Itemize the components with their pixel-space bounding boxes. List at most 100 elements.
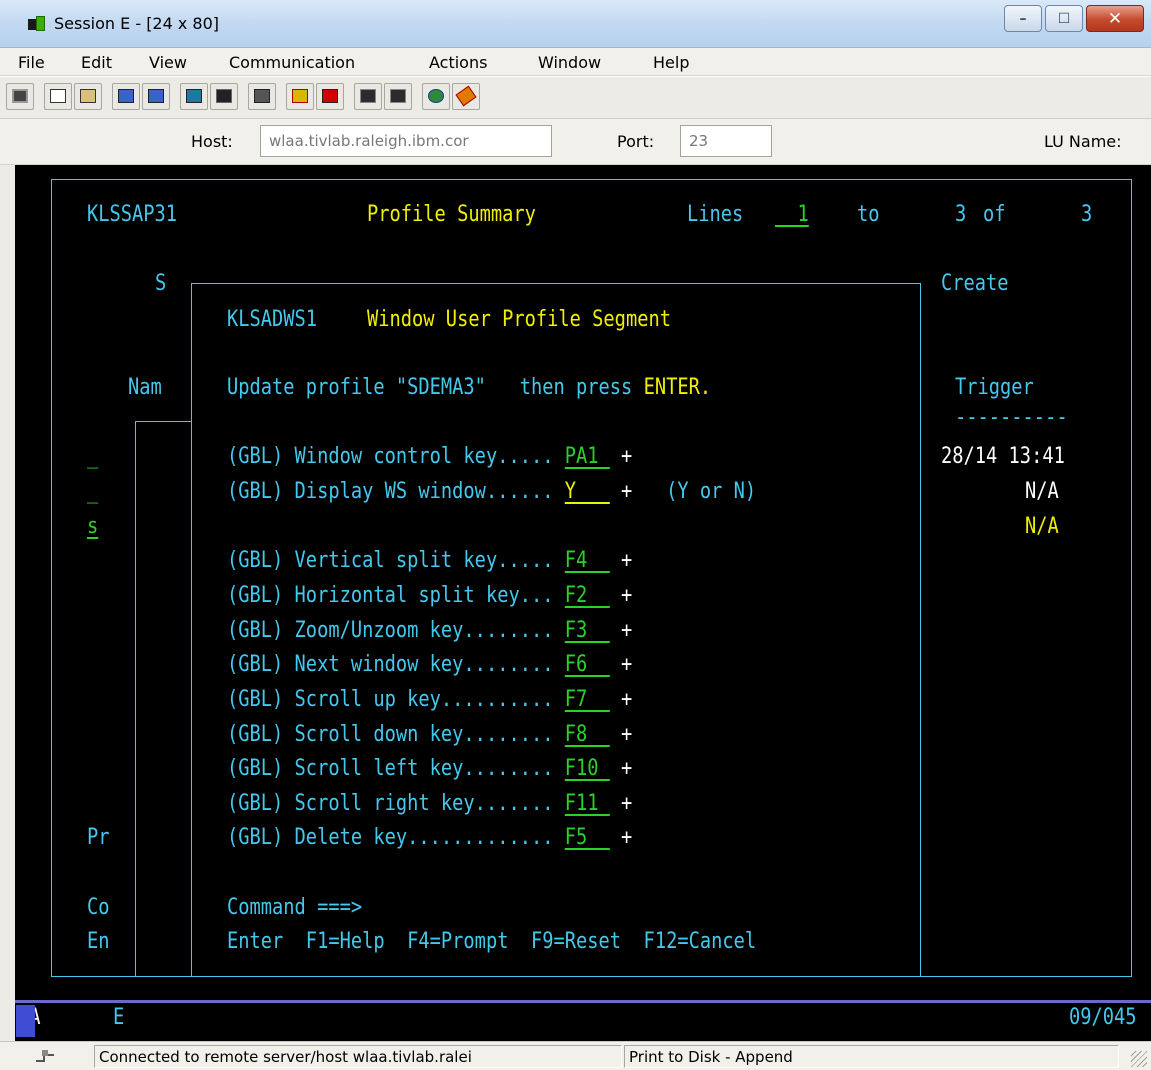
next-window-key-input[interactable]: F6 bbox=[565, 652, 610, 677]
connection-status: Connected to remote server/host wlaa.tiv… bbox=[94, 1045, 622, 1068]
row2-select[interactable]: _ bbox=[87, 479, 98, 505]
field-label: (GBL) Delete key............. bbox=[227, 825, 565, 850]
row3-select[interactable]: s bbox=[87, 514, 98, 540]
field-row-zoom-unzoom-key: (GBL) Zoom/Unzoom key........ F3 + bbox=[227, 618, 632, 644]
pf-key-line[interactable]: Enter F1=Help F4=Prompt F9=Reset F12=Can… bbox=[227, 929, 756, 955]
en-label: En bbox=[87, 929, 110, 954]
trigger-label: Trigger bbox=[955, 375, 1034, 400]
field-row-vertical-split-key: (GBL) Vertical split key..... F4 + bbox=[227, 548, 632, 574]
oia-separator bbox=[15, 1000, 1151, 1003]
record-macro-icon[interactable] bbox=[286, 83, 314, 110]
to-label: to bbox=[857, 202, 880, 227]
left-strip bbox=[0, 165, 15, 1041]
menu-file[interactable]: File bbox=[18, 53, 45, 72]
zoom-unzoom-key-input[interactable]: F3 bbox=[565, 618, 610, 643]
row2-trigger-value: N/A bbox=[1025, 479, 1059, 504]
receive-file-icon[interactable] bbox=[142, 83, 170, 110]
co-label: Co bbox=[87, 895, 110, 920]
prompt-plus[interactable]: + bbox=[621, 548, 632, 573]
minimize-button[interactable]: – bbox=[1004, 5, 1042, 32]
paste-icon[interactable] bbox=[74, 83, 102, 110]
lines-from-value: 1 bbox=[797, 202, 809, 227]
prompt-plus[interactable]: + bbox=[621, 652, 632, 677]
trigger-rule: ---------- bbox=[955, 405, 1068, 430]
host-session-icon[interactable] bbox=[28, 16, 46, 32]
s-label: S bbox=[155, 271, 167, 296]
host-label: Host: bbox=[191, 132, 233, 151]
stop-macro-icon[interactable] bbox=[316, 83, 344, 110]
terminal-screen[interactable]: KLSSAP31 Profile Summary Lines 1 to 3 of… bbox=[15, 165, 1151, 1041]
field-label: (GBL) Scroll up key.......... bbox=[227, 687, 565, 712]
prompt-plus[interactable]: + bbox=[621, 687, 632, 712]
scroll-right-key-input[interactable]: F11 bbox=[565, 791, 610, 816]
field-label: (GBL) Next window key........ bbox=[227, 652, 565, 677]
help-pencil-icon[interactable] bbox=[452, 83, 480, 110]
menu-communication[interactable]: Communication bbox=[229, 53, 355, 72]
menu-window[interactable]: Window bbox=[538, 53, 601, 72]
command-label: Command ===> bbox=[227, 895, 363, 920]
horizontal-split-key-input[interactable]: F2 bbox=[565, 583, 610, 608]
scroll-up-key-input[interactable]: F7 bbox=[565, 687, 610, 712]
playback-icon[interactable] bbox=[384, 83, 412, 110]
field-label: (GBL) Scroll right key....... bbox=[227, 791, 565, 816]
menu-view[interactable]: View bbox=[149, 53, 187, 72]
resize-grip-icon[interactable] bbox=[1131, 1051, 1147, 1067]
panel-title: Profile Summary bbox=[367, 202, 536, 227]
display-setup-icon[interactable] bbox=[180, 83, 208, 110]
field-label: (GBL) Horizontal split key... bbox=[227, 583, 565, 608]
menu-bar: File Edit View Communication Actions Win… bbox=[0, 48, 1151, 76]
lines-label: Lines bbox=[687, 202, 744, 227]
panel-id: KLSSAP31 bbox=[87, 202, 178, 227]
send-file-icon[interactable] bbox=[112, 83, 140, 110]
vertical-split-key-input[interactable]: F4 bbox=[565, 548, 610, 573]
pr-label: Pr bbox=[87, 825, 110, 850]
copy-icon[interactable] bbox=[44, 83, 72, 110]
field-row-next-window-key: (GBL) Next window key........ F6 + bbox=[227, 652, 632, 678]
field-row-scroll-right-key: (GBL) Scroll right key....... F11 + bbox=[227, 791, 632, 817]
oia-indicator bbox=[16, 1005, 35, 1037]
menu-edit[interactable]: Edit bbox=[81, 53, 112, 72]
popup-title: Window User Profile Segment bbox=[367, 307, 671, 332]
scroll-left-key-input[interactable]: F10 bbox=[565, 756, 610, 781]
prompt-plus[interactable]: + bbox=[621, 618, 632, 643]
lines-from-field[interactable]: 1 bbox=[775, 202, 809, 228]
display-ws-window-input[interactable]: Y bbox=[565, 479, 610, 504]
field-row-horizontal-split-key: (GBL) Horizontal split key... F2 + bbox=[227, 583, 632, 609]
prompt-plus[interactable]: + bbox=[621, 825, 632, 850]
row3-trigger-value: N/A bbox=[1025, 514, 1059, 539]
close-button[interactable]: ✕ bbox=[1086, 5, 1144, 32]
prompt-plus[interactable]: + bbox=[621, 756, 632, 781]
print-screen-icon[interactable] bbox=[6, 83, 34, 110]
field-label: (GBL) Display WS window...... bbox=[227, 479, 565, 504]
maximize-button[interactable]: ☐ bbox=[1045, 5, 1083, 32]
create-label: Create bbox=[941, 271, 1009, 296]
port-label: Port: bbox=[617, 132, 655, 151]
popup-panel-id: KLSADWS1 bbox=[227, 307, 318, 332]
field-label: (GBL) Zoom/Unzoom key........ bbox=[227, 618, 565, 643]
lines-to-value: 3 bbox=[955, 202, 967, 227]
prompt-plus[interactable]: + bbox=[621, 444, 632, 469]
toolbar bbox=[0, 77, 1151, 119]
port-input[interactable]: 23 bbox=[680, 125, 772, 157]
menu-help[interactable]: Help bbox=[653, 53, 689, 72]
prompt-plus[interactable]: + bbox=[621, 722, 632, 747]
host-globe-icon[interactable] bbox=[422, 83, 450, 110]
scroll-down-key-input[interactable]: F8 bbox=[565, 722, 610, 747]
print-status: Print to Disk - Append bbox=[624, 1045, 1119, 1068]
field-label: (GBL) Window control key..... bbox=[227, 444, 565, 469]
row1-select[interactable]: _ bbox=[87, 444, 98, 470]
popup-instruction: Update profile "SDEMA3" then press ENTER… bbox=[227, 375, 711, 401]
play-macro-icon[interactable] bbox=[354, 83, 382, 110]
prompt-plus[interactable]: + bbox=[621, 479, 632, 504]
instruction-text: Update profile "SDEMA3" then press bbox=[227, 375, 633, 400]
host-input[interactable]: wlaa.tivlab.raleigh.ibm.cor bbox=[260, 125, 552, 157]
macro-icon[interactable] bbox=[248, 83, 276, 110]
command-line[interactable]: Command ===> bbox=[227, 895, 362, 921]
window-control-key-input[interactable]: PA1 bbox=[565, 444, 610, 469]
keyboard-setup-icon[interactable] bbox=[210, 83, 238, 110]
prompt-plus[interactable]: + bbox=[621, 791, 632, 816]
oia-cursor-position: 09/045 bbox=[1069, 1005, 1137, 1030]
prompt-plus[interactable]: + bbox=[621, 583, 632, 608]
delete-key-input[interactable]: F5 bbox=[565, 825, 610, 850]
menu-actions[interactable]: Actions bbox=[429, 53, 487, 72]
